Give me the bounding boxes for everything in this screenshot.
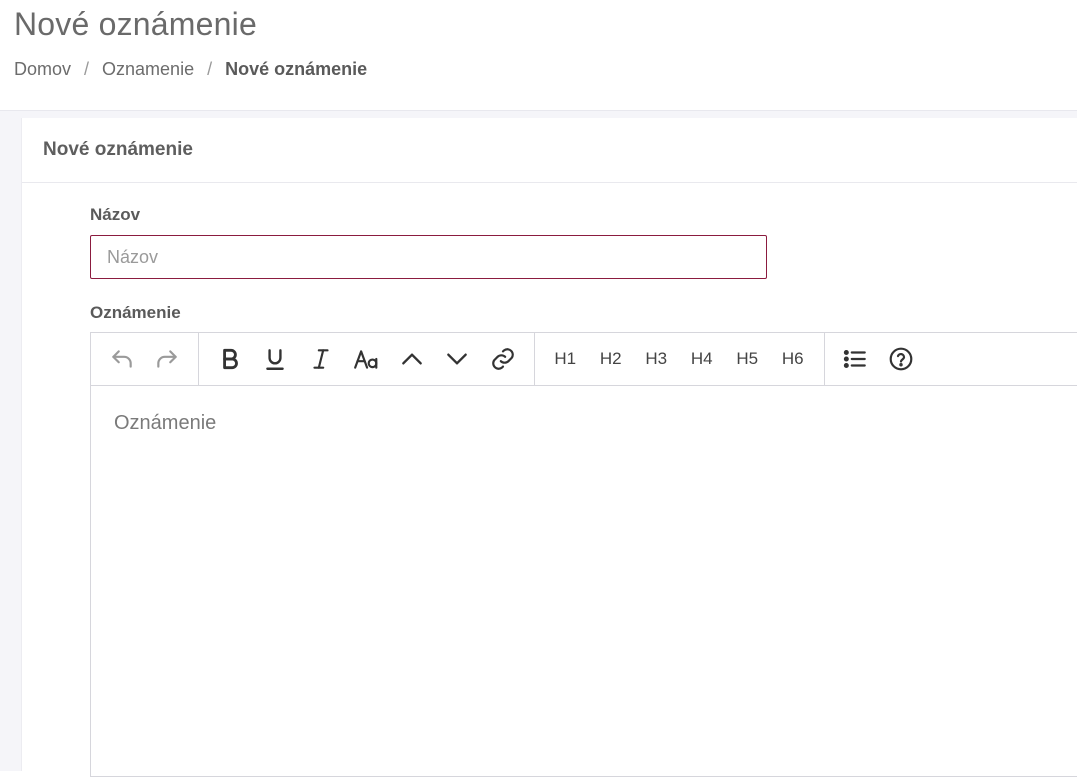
breadcrumb-separator: / [207, 59, 213, 79]
breadcrumb: Domov / Oznamenie / Nové oznámenie [14, 59, 367, 80]
bullet-list-icon[interactable] [833, 339, 879, 379]
help-icon[interactable] [878, 339, 924, 379]
breadcrumb-announcements[interactable]: Oznamenie [102, 59, 194, 80]
breadcrumb-current: Nové oznámenie [225, 59, 368, 79]
underline-icon[interactable] [253, 339, 299, 379]
heading-2-button[interactable]: H2 [588, 339, 634, 379]
page-header: Nové oznámenie Domov / Oznamenie / Nové … [0, 0, 1077, 111]
formatting-group [198, 333, 534, 385]
announcement-label: Oznámenie [90, 303, 181, 322]
rich-text-editor: H1 H2 H3 H4 H5 H6 Oznámenie [90, 332, 1077, 777]
heading-6-button[interactable]: H6 [770, 339, 816, 379]
history-group [91, 333, 198, 385]
superscript-icon[interactable] [389, 339, 435, 379]
subscript-icon[interactable] [435, 339, 481, 379]
undo-icon[interactable] [99, 339, 145, 379]
bold-icon[interactable] [207, 339, 253, 379]
name-label: Názov [90, 205, 141, 224]
announcement-card: Nové oznámenie Názov Oznámenie [21, 118, 1077, 777]
extras-group [823, 333, 932, 385]
editor-toolbar: H1 H2 H3 H4 H5 H6 [91, 333, 1077, 386]
link-icon[interactable] [480, 339, 526, 379]
redo-icon[interactable] [145, 339, 191, 379]
card-title: Nové oznámenie [22, 118, 1077, 183]
font-size-icon[interactable] [344, 339, 390, 379]
breadcrumb-separator: / [84, 59, 90, 79]
editor-content[interactable]: Oznámenie [91, 386, 1077, 766]
heading-4-button[interactable]: H4 [679, 339, 725, 379]
heading-1-button[interactable]: H1 [543, 339, 589, 379]
page-title: Nové oznámenie [14, 6, 257, 42]
name-input[interactable] [90, 235, 767, 279]
headings-group: H1 H2 H3 H4 H5 H6 [533, 333, 824, 385]
heading-3-button[interactable]: H3 [634, 339, 680, 379]
italic-icon[interactable] [298, 339, 344, 379]
breadcrumb-home[interactable]: Domov [14, 59, 71, 80]
heading-5-button[interactable]: H5 [725, 339, 771, 379]
